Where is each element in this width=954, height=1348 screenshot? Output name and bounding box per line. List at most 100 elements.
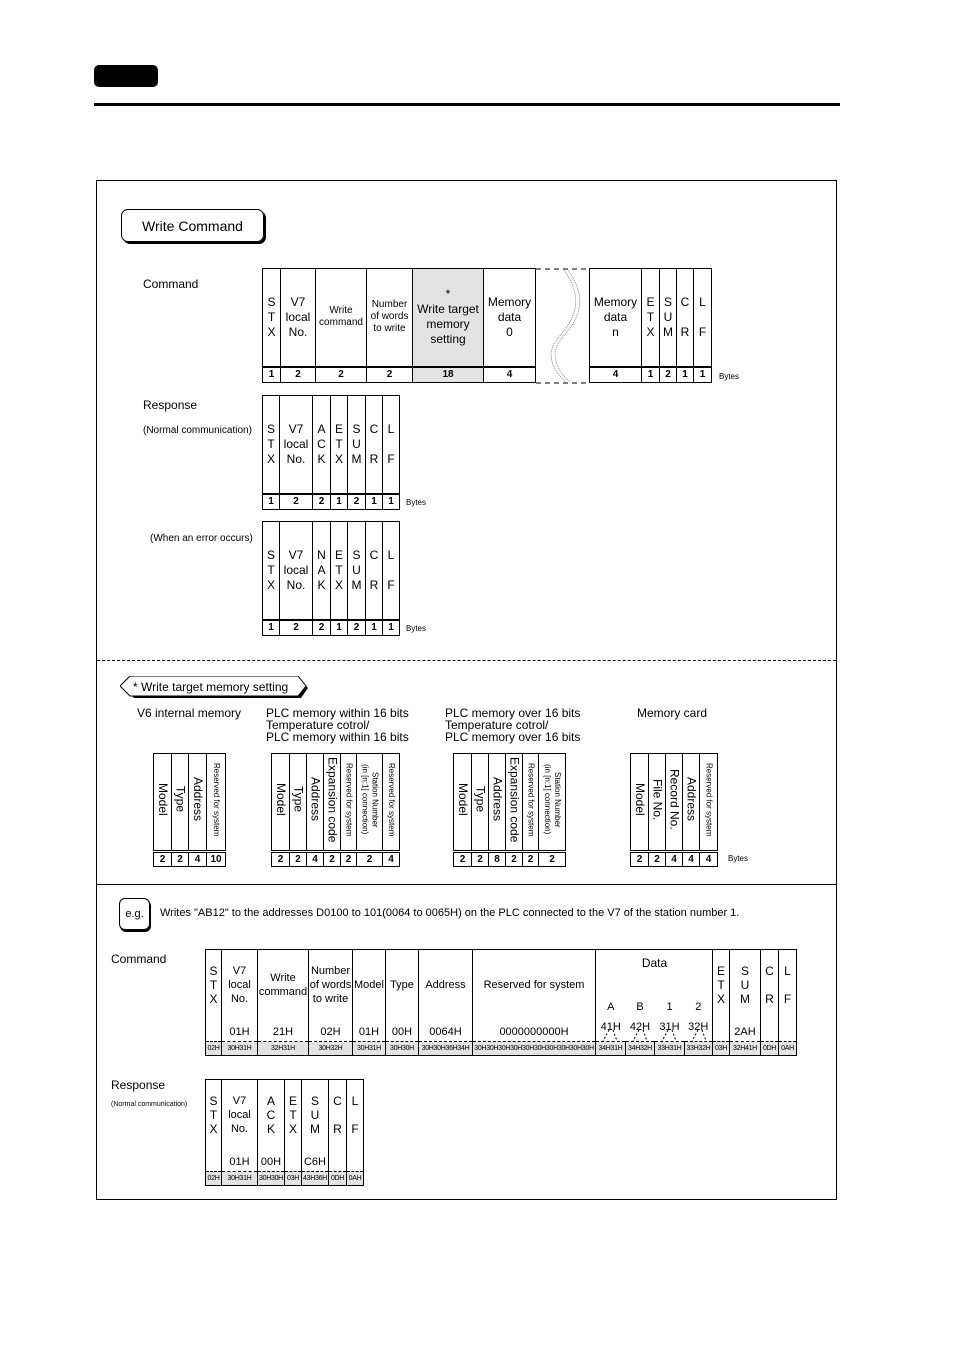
memory-field: Reserved for system — [699, 753, 718, 852]
example-value — [205, 1149, 222, 1172]
byte-count: 2 — [453, 850, 472, 867]
packet-field: S U M — [659, 268, 677, 367]
byte-count: 1 — [262, 492, 280, 510]
example-field: S T X — [205, 1079, 222, 1150]
memory-field-label: Reserved for system — [526, 762, 536, 837]
example-field: Number of words to write — [308, 949, 353, 1020]
memory-field-label: Type — [173, 786, 188, 813]
memory-field: Type — [171, 753, 189, 852]
packet-field: E T X — [641, 268, 660, 367]
byte-count: 2 — [659, 365, 677, 383]
packet-field: E T X — [330, 395, 348, 494]
split-lines-icon — [602, 1029, 618, 1041]
packet-field: Memory data n — [589, 268, 642, 367]
byte-count: 1 — [262, 618, 280, 636]
example-field: Model — [352, 949, 386, 1020]
memory-field-label: Address — [308, 777, 323, 822]
example-value-text: 0000000000H — [499, 1026, 569, 1038]
byte-count: 2 — [347, 618, 366, 636]
example-value — [284, 1149, 302, 1172]
example-hex: 30H30H30H30H30H30H30H30H30H30H — [472, 1041, 596, 1056]
error-label: (When an error occurs) — [150, 533, 253, 544]
memory-field-label: Reserved for system — [344, 762, 354, 837]
byte-count: 1 — [676, 365, 694, 383]
byte-count: 1 — [365, 492, 383, 510]
memory-field: Model — [453, 753, 472, 852]
memory-field-label: Model — [156, 783, 170, 816]
byte-count: 4 — [682, 850, 700, 867]
example-value: 42H — [626, 1020, 655, 1042]
byte-count: 8 — [488, 850, 506, 867]
example-field: V7 local No. — [221, 1079, 258, 1150]
example-value: 00H — [385, 1019, 419, 1042]
memory-field: Model — [271, 753, 290, 852]
example-field: A Data — [595, 949, 667, 1020]
memory-field: Type — [471, 753, 489, 852]
byte-count: 2 — [471, 850, 489, 867]
example-field: C R — [328, 1079, 347, 1150]
example-response-table: S T X V7 local No. A C KE T XS U MC RL F 0… — [205, 1079, 364, 1186]
example-value: 02H — [308, 1019, 353, 1042]
example-hex: 02H — [205, 1171, 222, 1186]
byte-count: 2 — [356, 850, 383, 867]
example-hex: 30H31H — [221, 1171, 258, 1186]
example-field: E T X — [712, 949, 730, 1020]
example-value — [328, 1149, 347, 1172]
packet-field: C R — [676, 268, 694, 367]
packet-field: E T X — [330, 521, 348, 620]
example-command-label: Command — [111, 952, 167, 966]
byte-count: 2 — [522, 850, 539, 867]
example-normal-comm-label: (Normal communication) — [111, 1101, 188, 1108]
example-hex: 30H32H — [308, 1041, 353, 1056]
memory-group-title: Memory card — [637, 706, 708, 720]
memory-field: Reserved for system — [340, 753, 357, 852]
byte-count: 2 — [271, 850, 290, 867]
example-field: V7 local No. — [221, 949, 258, 1020]
memory-field-label: Reserved for system — [704, 762, 714, 837]
byte-count: 2 — [505, 850, 523, 867]
byte-count: 1 — [330, 492, 348, 510]
memory-setting-tag-label: * Write target memory setting — [133, 680, 289, 694]
example-hex: 0AH — [346, 1171, 364, 1186]
example-hex: 03H — [712, 1041, 730, 1056]
memory-field: Record No. — [665, 753, 683, 852]
byte-count: 2 — [171, 850, 189, 867]
memory-field-label: Reserved for system — [212, 762, 221, 837]
example-hex: 33H31H — [654, 1041, 685, 1056]
section-title: Write Command — [121, 209, 264, 242]
example-field: E T X — [284, 1079, 302, 1150]
example-value: 0064H — [418, 1019, 473, 1042]
example-value-text: 2AH — [734, 1026, 756, 1038]
memory-field-label: Address — [684, 777, 699, 822]
example-hex: 33H32H — [684, 1041, 713, 1056]
example-field: Reserved for system — [472, 949, 596, 1020]
example-hex: 0DH — [328, 1171, 347, 1186]
memory-group-title: PLC memory over 16 bits Temperature cotr… — [445, 706, 581, 744]
example-field: Address — [418, 949, 473, 1020]
memory-field-label: Address — [191, 777, 205, 822]
split-lines-icon — [661, 1029, 676, 1041]
byte-count: 2 — [323, 850, 341, 867]
split-lines-icon — [691, 1029, 706, 1041]
example-hex: 03H — [284, 1171, 302, 1186]
memory-field-label: Reserved for system — [387, 762, 396, 837]
example-value-text: 01H — [358, 1026, 380, 1038]
byte-count: 2 — [347, 492, 366, 510]
example-value: 01H — [352, 1019, 386, 1042]
example-value: 2AH — [729, 1019, 761, 1042]
example-value: 00H — [257, 1149, 285, 1172]
packet-field: V7 local No. — [279, 521, 313, 620]
example-value — [778, 1019, 797, 1042]
data-header: Data — [641, 956, 668, 970]
command-packet-table: S T X V7 local No. Write command Number of … — [262, 268, 536, 383]
byte-count: 2 — [312, 618, 331, 636]
memory-group-title: V6 internal memory — [137, 706, 242, 720]
example-value — [346, 1149, 364, 1172]
memory-field: Address — [188, 753, 207, 852]
byte-count: 1 — [693, 365, 712, 383]
normal-comm-label: (Normal communication) — [143, 425, 252, 436]
packet-field: S T X — [262, 268, 281, 367]
example-description: Writes "AB12" to the addresses D0100 to … — [160, 907, 740, 919]
example-value — [205, 1019, 222, 1042]
memory-field-label: Model — [456, 783, 470, 816]
